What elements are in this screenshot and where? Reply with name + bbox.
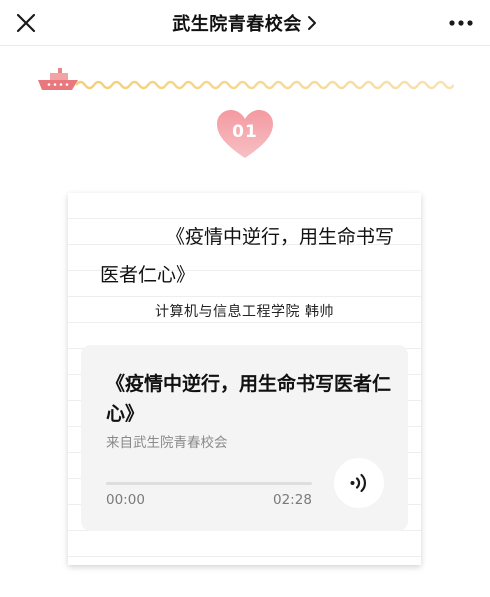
account-title-link[interactable]: 武生院青春校会 — [0, 0, 490, 46]
audio-progress-bar[interactable] — [106, 482, 312, 485]
page-title: 武生院青春校会 — [172, 14, 302, 35]
article-paper-card: 《疫情中逆行，用生命书写医者仁心》 计算机与信息工程学院 韩帅 《疫情中逆行，用… — [68, 193, 421, 565]
article-author: 计算机与信息工程学院 韩帅 — [155, 304, 334, 320]
audio-play-button[interactable] — [334, 458, 384, 508]
article-title: 《疫情中逆行，用生命书写医者仁心》 — [100, 226, 395, 286]
audio-source: 来自武生院青春校会 — [106, 435, 228, 451]
chevron-right-icon — [307, 16, 316, 30]
section-number: 01 — [232, 122, 258, 142]
audio-total-time: 02:28 — [273, 492, 312, 508]
audio-player-card[interactable]: 《疫情中逆行，用生命书写医者仁心》 来自武生院青春校会 00:00 02:28 — [81, 345, 408, 531]
more-dots-icon[interactable] — [448, 12, 474, 34]
boat-icon — [38, 68, 78, 90]
top-nav-bar: 武生院青春校会 — [0, 0, 490, 46]
audio-title: 《疫情中逆行，用生命书写医者仁心》 — [106, 373, 392, 425]
wave-line-icon — [76, 80, 454, 90]
sound-wave-icon — [350, 473, 366, 493]
audio-current-time: 00:00 — [106, 492, 145, 508]
